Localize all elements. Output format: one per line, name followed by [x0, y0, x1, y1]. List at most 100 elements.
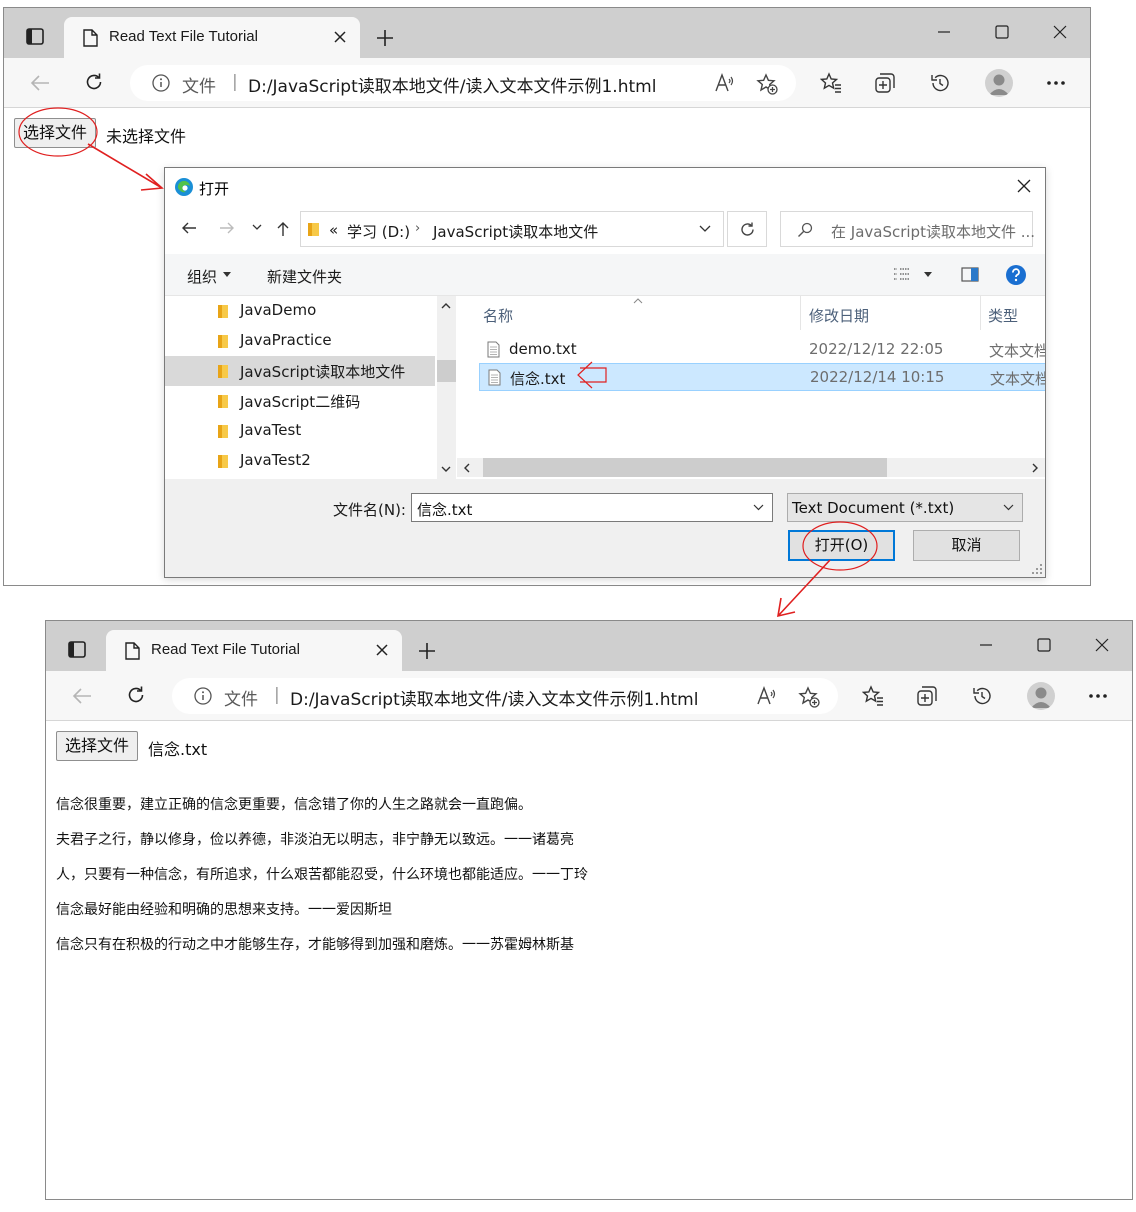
choose-file-button[interactable]: 选择文件 [14, 118, 97, 148]
dialog-titlebar: 打开 [165, 168, 1045, 206]
address-url[interactable]: D:/JavaScript读取本地文件/读入文本文件示例1.html [290, 685, 698, 710]
help-icon[interactable] [1005, 264, 1027, 286]
file-type-value: Text Document (*.txt) [792, 499, 955, 517]
text-line: 信念很重要，建立正确的信念更重要，信念错了你的人生之路就会一直跑偏。 [56, 796, 532, 813]
tree-item[interactable]: JavaScript二维码 [165, 386, 435, 416]
scroll-right-icon[interactable] [1032, 463, 1039, 473]
column-divider[interactable] [800, 296, 801, 330]
open-button[interactable]: 打开(O) [788, 530, 895, 561]
info-icon[interactable] [152, 74, 170, 92]
file-row[interactable]: demo.txt 2022/12/12 22:05 文本文档 [479, 336, 1045, 364]
edge-logo-icon [175, 178, 193, 196]
column-header-name[interactable]: 名称 [483, 305, 513, 326]
tab-actions-icon[interactable] [68, 641, 86, 658]
tree-item-selected[interactable]: JavaScript读取本地文件 [165, 356, 435, 386]
dialog-navigation: « 学习 (D:) › JavaScript读取本地文件 在 JavaScrip… [165, 206, 1045, 254]
breadcrumb-item[interactable]: JavaScript读取本地文件 [433, 221, 598, 242]
favorites-icon[interactable] [862, 685, 884, 707]
more-icon[interactable] [1046, 80, 1066, 86]
breadcrumb-item[interactable]: 学习 (D:) [347, 221, 410, 242]
filename-input[interactable]: 信念.txt [411, 493, 773, 522]
minimize-icon[interactable] [978, 637, 994, 653]
address-bar[interactable]: 文件 | D:/JavaScript读取本地文件/读入文本文件示例1.html [130, 65, 796, 101]
add-favorite-icon[interactable] [798, 686, 820, 708]
column-header-type[interactable]: 类型 [988, 305, 1018, 326]
favorites-icon[interactable] [820, 72, 842, 94]
history-icon[interactable] [971, 685, 993, 707]
maximize-icon[interactable] [994, 24, 1010, 40]
column-divider[interactable] [980, 296, 981, 330]
tab-active[interactable]: Read Text File Tutorial [64, 17, 360, 58]
close-icon[interactable] [334, 31, 346, 43]
scroll-up-icon[interactable] [441, 302, 451, 309]
chevron-down-icon[interactable] [1003, 504, 1014, 511]
preview-pane-icon[interactable] [961, 267, 979, 282]
file-row-selected[interactable]: 信念.txt 2022/12/14 10:15 文本文档 [479, 363, 1045, 391]
tree-item-label: JavaTest [240, 421, 302, 439]
profile-avatar[interactable] [985, 69, 1013, 97]
close-icon[interactable] [1094, 637, 1110, 653]
scroll-thumb[interactable] [437, 360, 456, 382]
close-icon[interactable] [1017, 179, 1031, 193]
tab-title: Read Text File Tutorial [151, 641, 300, 658]
resize-grip-icon[interactable] [1031, 563, 1043, 575]
minimize-icon[interactable] [936, 24, 952, 40]
tree-item[interactable]: JavaPractice [165, 326, 435, 356]
profile-avatar[interactable] [1027, 682, 1055, 710]
chevron-down-icon[interactable] [753, 504, 764, 511]
cancel-button[interactable]: 取消 [913, 530, 1020, 561]
add-favorite-icon[interactable] [756, 73, 778, 95]
tab-actions-icon[interactable] [26, 28, 44, 45]
file-text-output: 信念很重要，建立正确的信念更重要，信念错了你的人生之路就会一直跑偏。 夫君子之行… [56, 779, 588, 989]
read-aloud-icon[interactable] [756, 686, 776, 706]
choose-file-button[interactable]: 选择文件 [56, 731, 139, 761]
folder-icon [218, 305, 228, 318]
column-header-modified[interactable]: 修改日期 [809, 305, 869, 326]
tree-item[interactable]: JavaTest [165, 416, 435, 446]
address-url[interactable]: D:/JavaScript读取本地文件/读入文本文件示例1.html [248, 72, 656, 97]
tree-scrollbar[interactable] [437, 296, 456, 479]
horizontal-scrollbar[interactable] [457, 458, 1045, 477]
close-icon[interactable] [376, 644, 388, 656]
breadcrumb-overflow[interactable]: « [329, 221, 338, 239]
history-icon[interactable] [929, 72, 951, 94]
file-name: 信念.txt [510, 370, 566, 388]
scroll-thumb[interactable] [483, 458, 887, 477]
chevron-down-icon[interactable] [223, 272, 231, 277]
collections-icon[interactable] [874, 72, 896, 94]
refresh-icon[interactable] [126, 685, 146, 705]
refresh-icon[interactable] [84, 72, 104, 92]
forward-arrow-icon[interactable] [219, 221, 235, 235]
tab-active[interactable]: Read Text File Tutorial [106, 630, 402, 671]
new-folder-button[interactable]: 新建文件夹 [267, 266, 342, 287]
back-arrow-icon[interactable] [30, 74, 50, 92]
info-icon[interactable] [194, 687, 212, 705]
view-list-icon[interactable] [893, 267, 911, 282]
tree-item[interactable]: JavaDemo [165, 296, 435, 326]
chevron-down-icon[interactable] [252, 224, 262, 231]
search-box[interactable]: 在 JavaScript读取本地文件 ... [780, 211, 1035, 247]
path-breadcrumb[interactable]: « 学习 (D:) › JavaScript读取本地文件 [300, 211, 724, 247]
more-icon[interactable] [1088, 693, 1108, 699]
file-type-select[interactable]: Text Document (*.txt) [787, 493, 1023, 522]
chevron-down-icon[interactable] [699, 225, 711, 233]
back-arrow-icon[interactable] [181, 221, 197, 235]
back-arrow-icon[interactable] [72, 687, 92, 705]
plus-icon[interactable] [376, 29, 394, 47]
chevron-down-icon[interactable] [924, 272, 932, 277]
collections-icon[interactable] [916, 685, 938, 707]
read-aloud-icon[interactable] [714, 73, 734, 93]
refresh-button[interactable] [727, 211, 767, 247]
scroll-left-icon[interactable] [463, 463, 470, 473]
close-icon[interactable] [1052, 24, 1068, 40]
organize-menu[interactable]: 组织 [187, 266, 217, 287]
tree-item[interactable]: JavaTest2 [165, 446, 435, 476]
plus-icon[interactable] [418, 642, 436, 660]
folder-icon [218, 425, 228, 438]
chevron-right-icon[interactable]: › [415, 221, 420, 236]
up-arrow-icon[interactable] [276, 221, 290, 237]
address-bar[interactable]: 文件 | D:/JavaScript读取本地文件/读入文本文件示例1.html [172, 678, 838, 714]
maximize-icon[interactable] [1036, 637, 1052, 653]
tab-bar: Read Text File Tutorial [4, 8, 1090, 58]
scroll-down-icon[interactable] [441, 466, 451, 473]
